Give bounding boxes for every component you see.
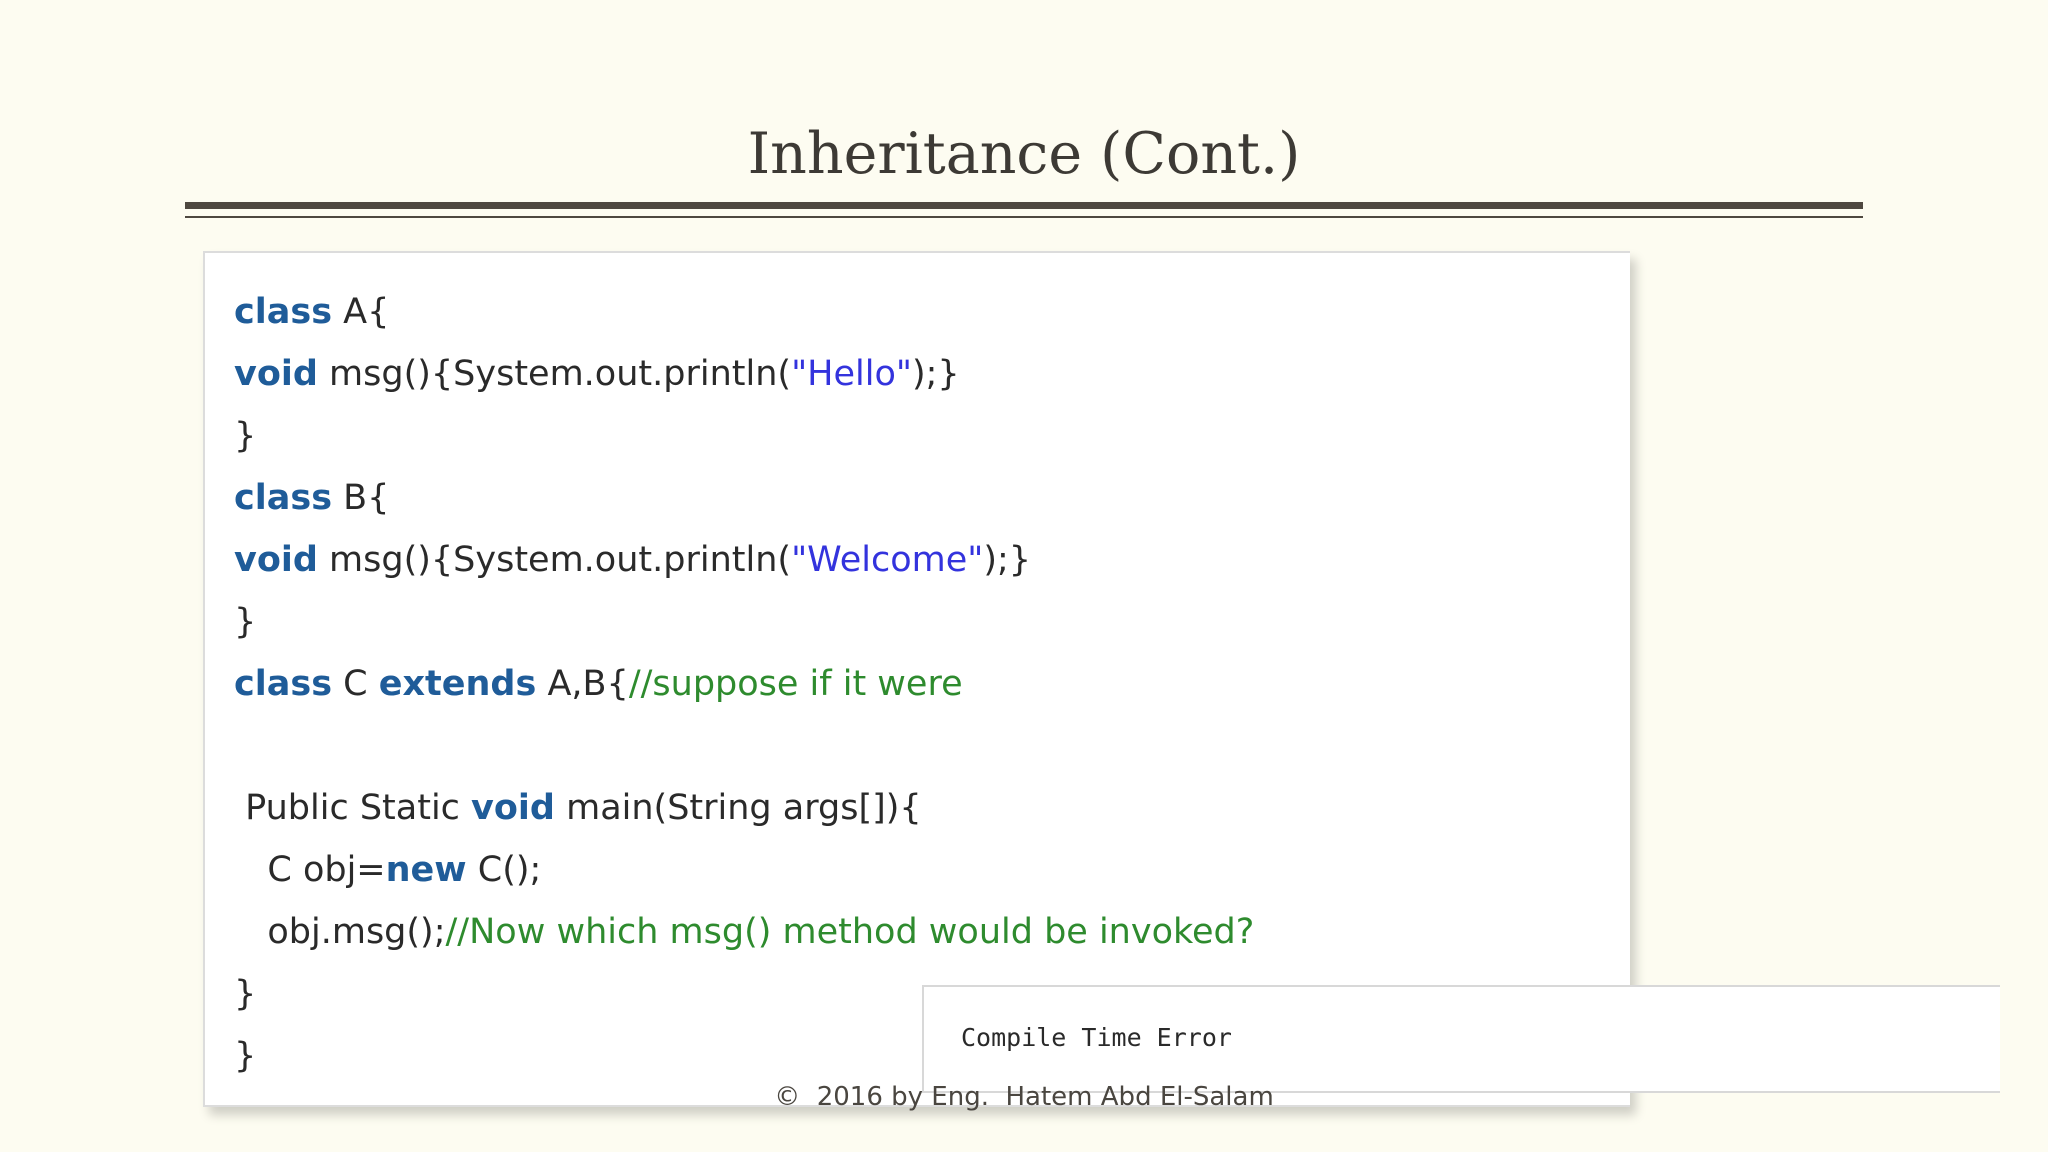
code-text: C(); — [466, 850, 542, 890]
code-text: C obj= — [234, 850, 386, 890]
string-literal: "Hello" — [791, 354, 912, 394]
keyword: new — [385, 850, 467, 890]
code-text: main(String args[]){ — [554, 788, 922, 828]
code-text: C — [332, 664, 379, 704]
keyword: class — [234, 478, 333, 518]
keyword: class — [234, 292, 333, 332]
output-box: Compile Time Error — [922, 985, 2000, 1093]
code-comment: //suppose if it were — [628, 664, 963, 704]
copyright-footer: © 2016 by Eng. Hatem Abd El-Salam — [774, 1082, 1274, 1112]
keyword: void — [234, 540, 318, 580]
string-literal: "Welcome" — [791, 540, 984, 580]
code-text: A{ — [332, 292, 390, 332]
code-comment: //Now which msg() method would be invoke… — [445, 912, 1255, 952]
code-line-9: C obj=new C(); — [234, 848, 541, 892]
code-line-6: } — [234, 600, 256, 644]
code-line-8: Public Static void main(String args[]){ — [234, 786, 922, 830]
keyword: class — [234, 664, 333, 704]
code-text: );} — [983, 540, 1032, 580]
title-divider-thin — [185, 216, 1863, 218]
slide-title: Inheritance (Cont.) — [747, 121, 1301, 187]
code-text: } — [234, 602, 257, 642]
keyword: void — [234, 354, 318, 394]
code-line-2: void msg(){System.out.println("Hello");} — [234, 352, 960, 396]
code-text: } — [234, 1036, 257, 1076]
keyword: void — [471, 788, 555, 828]
code-line-1: class A{ — [234, 290, 389, 334]
code-text: } — [234, 416, 257, 456]
code-text: A,B{ — [536, 664, 629, 704]
title-divider-thick — [185, 202, 1863, 209]
code-text: obj.msg(); — [234, 912, 446, 952]
code-snippet-box: class A{ void msg(){System.out.println("… — [203, 251, 1630, 1107]
code-text: Public Static — [234, 788, 472, 828]
code-text: msg(){System.out.println( — [317, 354, 792, 394]
code-line-5: void msg(){System.out.println("Welcome")… — [234, 538, 1031, 582]
code-line-3: } — [234, 414, 256, 458]
code-text: msg(){System.out.println( — [317, 540, 792, 580]
code-line-4: class B{ — [234, 476, 389, 520]
code-line-11: } — [234, 972, 256, 1016]
code-line-12: } — [234, 1034, 256, 1078]
code-text: B{ — [332, 478, 390, 518]
code-text: );} — [911, 354, 960, 394]
code-line-7: class C extends A,B{//suppose if it were — [234, 662, 963, 706]
slide: Inheritance (Cont.) class A{ void msg(){… — [0, 0, 2048, 1152]
code-line-10: obj.msg();//Now which msg() method would… — [234, 910, 1254, 954]
keyword: extends — [378, 664, 537, 704]
output-text: Compile Time Error — [961, 1023, 1232, 1052]
code-text: } — [234, 974, 257, 1014]
